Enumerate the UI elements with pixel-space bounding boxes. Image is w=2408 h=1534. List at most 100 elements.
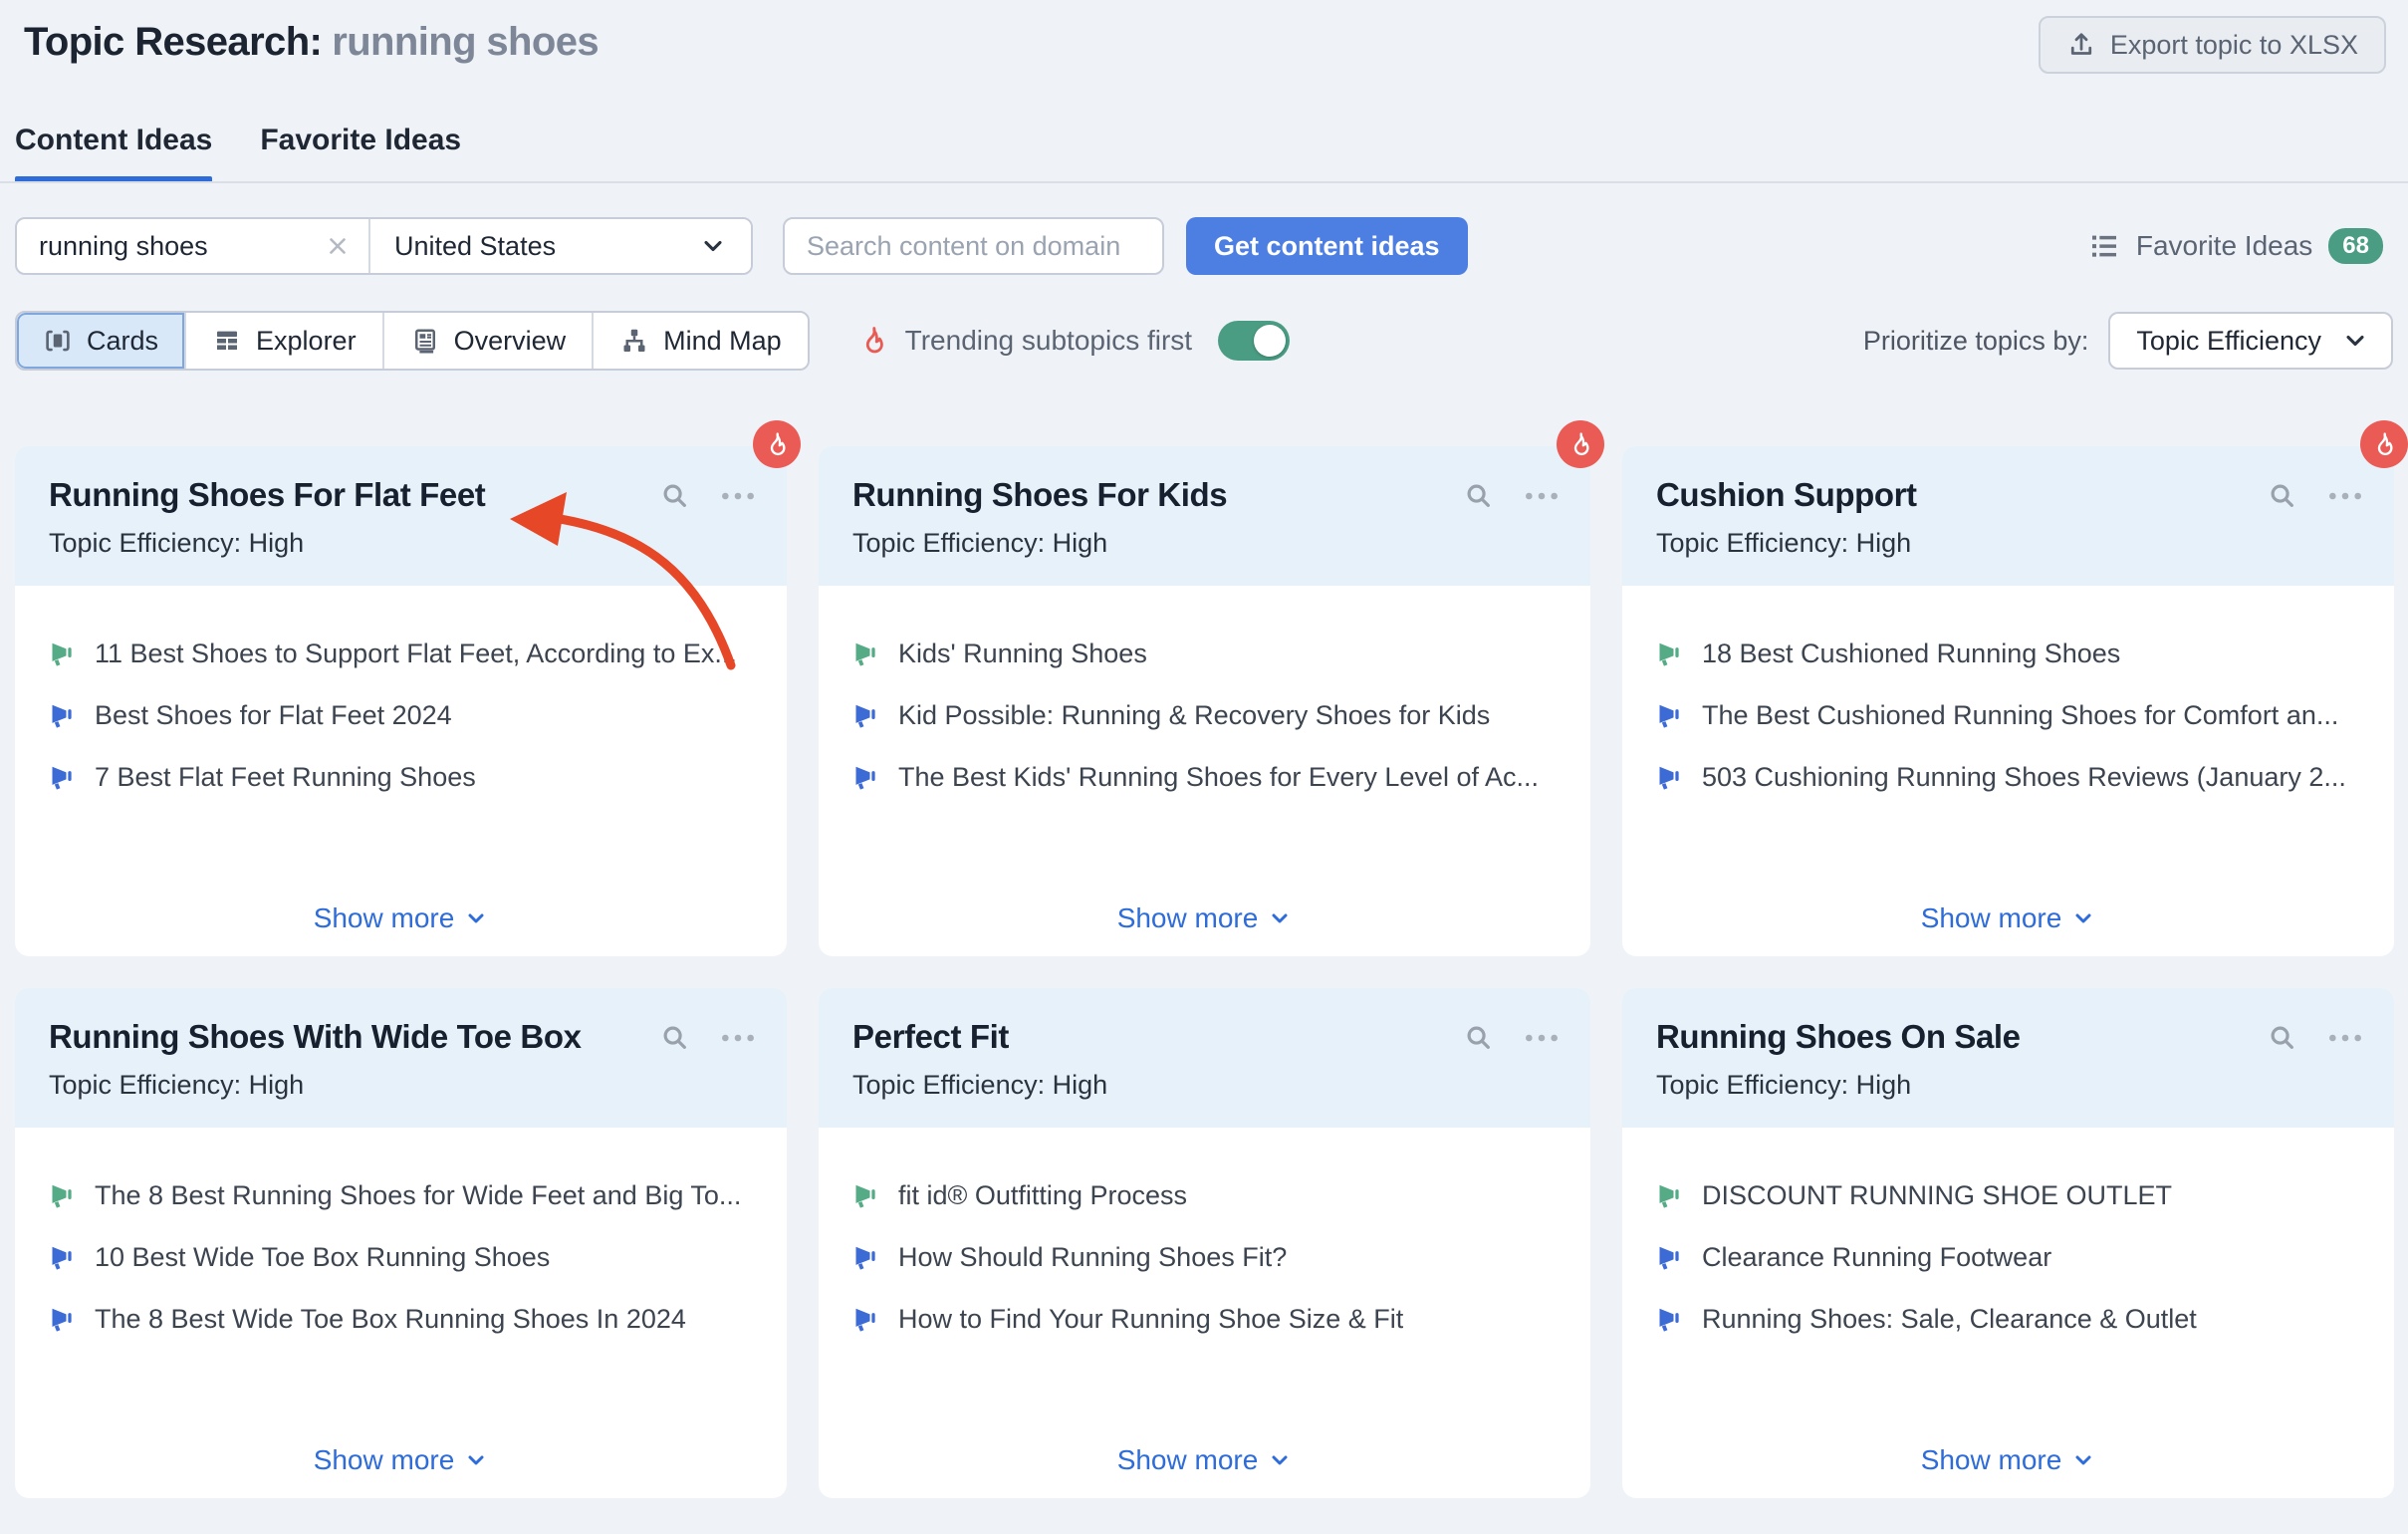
topic-query-input[interactable] [39, 231, 325, 262]
view-overview-label: Overview [454, 326, 567, 357]
megaphone-icon [1656, 701, 1684, 729]
idea-item[interactable]: How to Find Your Running Shoe Size & Fit [852, 1303, 1557, 1337]
idea-item[interactable]: Clearance Running Footwear [1656, 1241, 2360, 1275]
topic-efficiency-label: Topic Efficiency: [49, 528, 241, 558]
topic-efficiency: Topic Efficiency: High [49, 528, 757, 559]
prioritize-select[interactable]: Topic Efficiency [2108, 312, 2393, 370]
favorite-ideas-link[interactable]: Favorite Ideas 68 [2088, 228, 2393, 264]
topic-query-field[interactable] [17, 219, 370, 273]
show-more-button[interactable]: Show more [819, 1444, 1590, 1476]
megaphone-icon [852, 639, 880, 667]
tab-favorite-ideas[interactable]: Favorite Ideas [260, 124, 461, 183]
idea-item[interactable]: Kids' Running Shoes [852, 638, 1557, 671]
tab-content-ideas[interactable]: Content Ideas [15, 124, 212, 183]
show-more-label: Show more [1921, 902, 2062, 934]
megaphone-icon [1656, 1305, 1684, 1333]
more-options-icon[interactable] [719, 480, 757, 512]
more-options-icon[interactable] [2326, 1022, 2364, 1054]
show-more-button[interactable]: Show more [15, 1444, 787, 1476]
favorite-ideas-label: Favorite Ideas [2136, 230, 2312, 262]
trending-toggle[interactable] [1218, 321, 1290, 361]
megaphone-icon [1656, 1181, 1684, 1209]
idea-text: Kid Possible: Running & Recovery Shoes f… [898, 699, 1490, 733]
topic-research-page: Topic Research:running shoes Export topi… [0, 0, 2408, 1534]
topic-efficiency-value: High [249, 528, 305, 558]
idea-item[interactable]: 503 Cushioning Running Shoes Reviews (Ja… [1656, 761, 2360, 795]
idea-item[interactable]: The Best Cushioned Running Shoes for Com… [1656, 699, 2360, 733]
topic-efficiency: Topic Efficiency: High [1656, 528, 2364, 559]
show-more-label: Show more [314, 902, 455, 934]
prioritize-label: Prioritize topics by: [1863, 326, 2089, 357]
idea-item[interactable]: The Best Kids' Running Shoes for Every L… [852, 761, 1557, 795]
megaphone-icon [49, 1181, 77, 1209]
idea-item[interactable]: Running Shoes: Sale, Clearance & Outlet [1656, 1303, 2360, 1337]
card-body: DISCOUNT RUNNING SHOE OUTLET Clearance R… [1622, 1128, 2394, 1336]
topic-card: Perfect Fit Topic Efficiency: High fit i… [819, 988, 1590, 1498]
clear-query-icon[interactable] [325, 233, 351, 259]
card-body: The 8 Best Running Shoes for Wide Feet a… [15, 1128, 787, 1336]
search-icon[interactable] [1463, 480, 1495, 512]
show-more-button[interactable]: Show more [1622, 902, 2394, 934]
megaphone-icon [49, 701, 77, 729]
database-select[interactable]: United States [370, 219, 751, 273]
trending-filter-label: Trending subtopics first [905, 325, 1192, 357]
upload-icon [2066, 30, 2096, 60]
idea-item[interactable]: 11 Best Shoes to Support Flat Feet, Acco… [49, 638, 753, 671]
toggle-knob [1254, 325, 1286, 357]
search-icon[interactable] [659, 480, 691, 512]
idea-text: The 8 Best Wide Toe Box Running Shoes In… [95, 1303, 686, 1337]
chevron-down-icon [699, 232, 727, 260]
trending-topic-badge [753, 420, 801, 468]
search-icon[interactable] [1463, 1022, 1495, 1054]
card-title[interactable]: Perfect Fit [852, 1018, 1009, 1056]
idea-item[interactable]: The 8 Best Wide Toe Box Running Shoes In… [49, 1303, 753, 1337]
idea-item[interactable]: 10 Best Wide Toe Box Running Shoes [49, 1241, 753, 1275]
card-title[interactable]: Running Shoes With Wide Toe Box [49, 1018, 582, 1056]
search-icon[interactable] [2267, 1022, 2298, 1054]
megaphone-icon [852, 701, 880, 729]
card-header: Cushion Support Topic Efficiency: High [1622, 446, 2394, 586]
more-options-icon[interactable] [2326, 480, 2364, 512]
get-content-ideas-button[interactable]: Get content ideas [1186, 217, 1468, 275]
card-title[interactable]: Running Shoes On Sale [1656, 1018, 2021, 1056]
idea-item[interactable]: DISCOUNT RUNNING SHOE OUTLET [1656, 1179, 2360, 1213]
megaphone-icon [1656, 1243, 1684, 1271]
idea-item[interactable]: Kid Possible: Running & Recovery Shoes f… [852, 699, 1557, 733]
card-title[interactable]: Running Shoes For Flat Feet [49, 476, 485, 514]
view-overview-button[interactable]: Overview [384, 313, 595, 369]
search-icon[interactable] [659, 1022, 691, 1054]
search-icon[interactable] [2267, 480, 2298, 512]
idea-item[interactable]: How Should Running Shoes Fit? [852, 1241, 1557, 1275]
show-more-button[interactable]: Show more [819, 902, 1590, 934]
view-explorer-button[interactable]: Explorer [186, 313, 384, 369]
view-mindmap-button[interactable]: Mind Map [594, 313, 808, 369]
show-more-button[interactable]: Show more [1622, 1444, 2394, 1476]
idea-item[interactable]: 7 Best Flat Feet Running Shoes [49, 761, 753, 795]
topic-efficiency: Topic Efficiency: High [49, 1070, 757, 1101]
chevron-down-icon [2341, 327, 2369, 355]
more-options-icon[interactable] [1523, 1022, 1561, 1054]
show-more-button[interactable]: Show more [15, 902, 787, 934]
card-title[interactable]: Running Shoes For Kids [852, 476, 1227, 514]
idea-item[interactable]: The 8 Best Running Shoes for Wide Feet a… [49, 1179, 753, 1213]
idea-text: The 8 Best Running Shoes for Wide Feet a… [95, 1179, 741, 1213]
idea-item[interactable]: fit id® Outfitting Process [852, 1179, 1557, 1213]
domain-search-input[interactable] [783, 217, 1164, 275]
topic-cards-grid: Running Shoes For Flat Feet Topic Effici… [15, 446, 2394, 1498]
chevron-down-icon [1268, 906, 1292, 930]
topic-efficiency: Topic Efficiency: High [852, 528, 1561, 559]
card-title[interactable]: Cushion Support [1656, 476, 1917, 514]
card-header: Running Shoes For Kids Topic Efficiency:… [819, 446, 1590, 586]
trending-filter: Trending subtopics first [857, 321, 1290, 361]
tabs-divider [0, 181, 2408, 183]
idea-item[interactable]: 18 Best Cushioned Running Shoes [1656, 638, 2360, 671]
view-cards-button[interactable]: Cards [17, 313, 186, 369]
more-options-icon[interactable] [1523, 480, 1561, 512]
idea-text: 11 Best Shoes to Support Flat Feet, Acco… [95, 638, 737, 671]
more-options-icon[interactable] [719, 1022, 757, 1054]
idea-item[interactable]: Best Shoes for Flat Feet 2024 [49, 699, 753, 733]
flame-icon [763, 430, 791, 458]
card-body: Kids' Running Shoes Kid Possible: Runnin… [819, 586, 1590, 794]
export-topic-button[interactable]: Export topic to XLSX [2039, 16, 2386, 74]
show-more-label: Show more [314, 1444, 455, 1476]
